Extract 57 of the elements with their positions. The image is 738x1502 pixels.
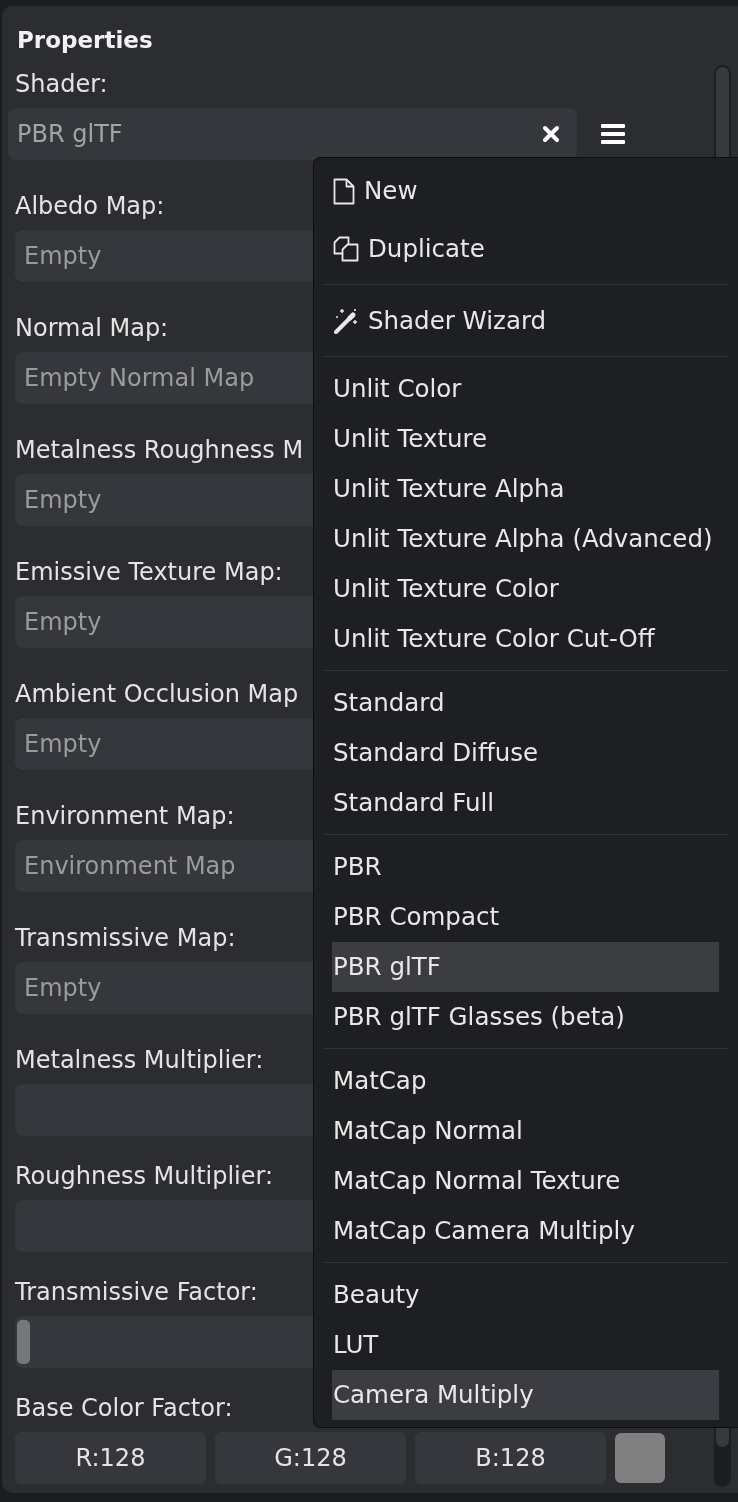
color-channel-field[interactable]: R:128: [15, 1432, 206, 1484]
menu-item[interactable]: New: [332, 162, 719, 220]
slider-thumb[interactable]: [17, 1320, 30, 1364]
menu-item[interactable]: Unlit Texture Color: [332, 564, 719, 614]
field-label: Albedo Map:: [15, 191, 165, 222]
menu-item[interactable]: Shader Wizard: [332, 292, 719, 350]
menu-item[interactable]: PBR glTF: [332, 942, 719, 992]
file-icon: [333, 177, 355, 205]
field-label: Normal Map:: [15, 313, 169, 344]
field-label: Base Color Factor:: [15, 1393, 233, 1424]
slider-track[interactable]: [15, 1316, 313, 1368]
menu-item[interactable]: Standard Diffuse: [332, 728, 719, 778]
copy-icon: [333, 236, 359, 262]
menu-item[interactable]: MatCap Camera Multiply: [332, 1206, 719, 1256]
menu-item[interactable]: MatCap Normal: [332, 1106, 719, 1156]
field-label: Shader:: [15, 69, 108, 100]
field-label: Emissive Texture Map:: [15, 557, 283, 588]
color-channel-field[interactable]: B:128: [415, 1432, 606, 1484]
map-field[interactable]: Empty Normal Map: [15, 352, 313, 404]
map-field[interactable]: Empty: [15, 718, 313, 770]
field-label: Transmissive Map:: [15, 923, 236, 954]
map-field[interactable]: Empty: [15, 474, 313, 526]
menu-item[interactable]: Beauty: [332, 1270, 719, 1320]
field-label: Environment Map:: [15, 801, 235, 832]
clear-icon[interactable]: [542, 125, 560, 143]
menu-item[interactable]: Unlit Texture: [332, 414, 719, 464]
map-field[interactable]: Empty: [15, 962, 313, 1014]
map-field[interactable]: Empty: [15, 596, 313, 648]
menu-item[interactable]: MatCap: [332, 1056, 719, 1106]
color-channel-field[interactable]: G:128: [215, 1432, 406, 1484]
menu-item[interactable]: MatCap Normal Texture: [332, 1156, 719, 1206]
menu-item[interactable]: PBR: [332, 842, 719, 892]
menu-item[interactable]: PBR Compact: [332, 892, 719, 942]
map-field[interactable]: Environment Map: [15, 840, 313, 892]
menu-item[interactable]: Camera Multiply: [332, 1370, 719, 1420]
field-label: Roughness Multiplier:: [15, 1161, 274, 1192]
slider-track[interactable]: [15, 1084, 313, 1136]
field-label: Metalness Roughness M: [15, 435, 304, 466]
shader-field[interactable]: PBR glTF: [8, 108, 577, 160]
color-swatch[interactable]: [615, 1433, 665, 1483]
menu-item[interactable]: PBR glTF Glasses (beta): [332, 992, 719, 1042]
menu-item[interactable]: Duplicate: [332, 220, 719, 278]
menu-item[interactable]: Standard: [332, 678, 719, 728]
menu-item[interactable]: Standard Full: [332, 778, 719, 828]
menu-item[interactable]: Unlit Color: [332, 364, 719, 414]
field-label: Ambient Occlusion Map: [15, 679, 299, 710]
magic-wand-icon: [333, 308, 359, 334]
menu-item[interactable]: Unlit Texture Alpha (Advanced): [332, 514, 719, 564]
menu-item[interactable]: Unlit Texture Alpha: [332, 464, 719, 514]
map-field[interactable]: Empty: [15, 230, 313, 282]
menu-item[interactable]: Unlit Texture Color Cut-Off: [332, 614, 719, 664]
menu-item[interactable]: LUT: [332, 1320, 719, 1370]
field-label: Transmissive Factor:: [15, 1277, 258, 1308]
panel-title: Properties: [17, 26, 153, 55]
slider-track[interactable]: [15, 1200, 313, 1252]
menu-icon[interactable]: [601, 124, 625, 144]
field-label: Metalness Multiplier:: [15, 1045, 264, 1076]
